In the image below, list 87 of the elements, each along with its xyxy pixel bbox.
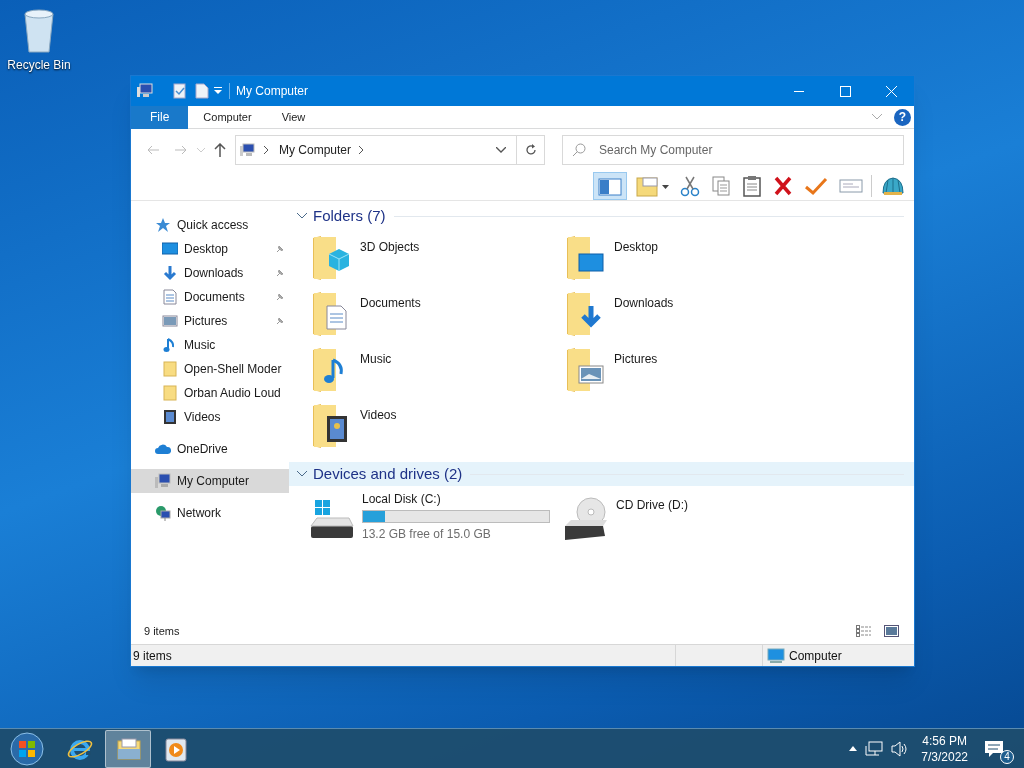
refresh-icon — [524, 144, 537, 156]
new-file-icon — [195, 83, 209, 99]
section-header[interactable]: Folders (7) — [289, 204, 914, 228]
nav-item[interactable]: OneDrive — [131, 437, 289, 461]
message-icon — [984, 739, 1004, 758]
view-icon — [635, 174, 669, 197]
help-button[interactable]: ? — [894, 108, 911, 126]
computer-icon — [767, 647, 785, 664]
star-icon — [155, 217, 171, 233]
large-icons-button[interactable] — [884, 624, 900, 638]
collapse-caret-icon — [297, 471, 307, 477]
taskbar-app-button[interactable] — [105, 729, 151, 768]
nav-item[interactable]: Music — [131, 333, 289, 357]
document-icon — [162, 289, 178, 305]
breadcrumb-chevron-icon — [264, 146, 269, 154]
scissors-icon — [680, 174, 700, 197]
nav-item[interactable]: Network — [131, 501, 289, 525]
start-button[interactable] — [7, 729, 47, 768]
cd-tile[interactable]: CD Drive (D:) — [563, 490, 817, 546]
ribbon-tab[interactable]: View — [266, 105, 321, 129]
nav-item[interactable]: Quick access — [131, 213, 289, 237]
recent-caret-icon — [197, 147, 205, 153]
notification-count-badge: 4 — [1000, 749, 1014, 764]
windows-logo-icon — [10, 731, 44, 766]
nav-item[interactable]: My Computer — [131, 469, 289, 493]
folder-tile[interactable]: Downloads — [563, 288, 817, 344]
show-hidden-icons-icon — [849, 746, 858, 751]
forward-arrow-icon — [175, 144, 187, 156]
folder-icon — [162, 361, 178, 377]
details-view-button[interactable] — [856, 624, 874, 638]
item-count: 9 items — [144, 623, 181, 639]
network-icon — [865, 740, 884, 757]
breadcrumb-chevron-icon — [359, 146, 365, 154]
nav-item[interactable]: Videos — [131, 405, 289, 429]
nav-item[interactable]: Pictures — [131, 309, 289, 333]
status-text: 9 items — [131, 645, 676, 666]
clipboard-icon — [742, 174, 762, 197]
nav-item[interactable]: Orban Audio Loud — [131, 381, 289, 405]
breadcrumb-item[interactable]: My Computer — [279, 141, 352, 159]
status-location: Computer — [789, 647, 842, 665]
desktop-icon — [162, 241, 178, 257]
navigation-pane-button[interactable] — [593, 171, 627, 200]
window-title: My Computer — [236, 83, 310, 100]
back-arrow-icon — [147, 144, 159, 156]
video-icon — [162, 409, 178, 425]
nav-item[interactable]: Documents — [131, 285, 289, 309]
folder-tile[interactable]: Desktop — [563, 232, 817, 288]
close-icon — [885, 85, 897, 97]
nav-item[interactable]: Downloads — [131, 261, 289, 285]
folder-tile[interactable]: 3D Objects — [309, 232, 563, 288]
ribbon-tab[interactable]: Computer — [188, 105, 267, 129]
picture-icon — [162, 313, 178, 329]
maximize-icon — [839, 85, 851, 97]
section-header[interactable]: Devices and drives (2) — [289, 462, 914, 486]
cd-drive-icon — [563, 496, 609, 542]
disk-tile[interactable]: Local Disk (C:) 13.2 GB free of 15.0 GB — [309, 490, 563, 546]
details-icon — [856, 625, 872, 637]
recycle-bin-icon — [21, 6, 57, 54]
network-icon — [155, 505, 171, 521]
shell-icon — [880, 174, 906, 197]
collapse-caret-icon — [297, 213, 307, 219]
properties-icon — [173, 83, 187, 99]
nav-item[interactable]: Desktop — [131, 237, 289, 261]
folder-icon — [162, 385, 178, 401]
clock-date[interactable]: 7/3/2022 — [921, 748, 968, 765]
copy-icon — [711, 174, 731, 197]
volume-icon — [891, 740, 910, 757]
folder-tile[interactable]: Videos — [309, 400, 563, 456]
delete-icon — [773, 174, 793, 197]
nav-item[interactable]: Open-Shell Moder — [131, 357, 289, 381]
folder-tile[interactable]: Documents — [309, 288, 563, 344]
up-arrow-icon — [214, 143, 226, 157]
address-bar[interactable]: My Computer — [235, 135, 545, 165]
expand-ribbon-icon — [872, 114, 882, 120]
download-icon — [162, 265, 178, 281]
search-icon — [572, 143, 586, 157]
clock-time[interactable]: 4:56 PM — [922, 732, 967, 749]
computer-icon — [240, 143, 256, 157]
large-icons-icon — [884, 625, 899, 637]
desktop-icon-label[interactable]: Recycle Bin — [7, 56, 71, 74]
customize-caret-icon — [213, 86, 223, 96]
computer-icon — [137, 83, 155, 99]
search-field[interactable]: Search My Computer — [562, 135, 904, 165]
folder-tile[interactable]: Pictures — [563, 344, 817, 400]
folder-tile[interactable]: Music — [309, 344, 563, 400]
computer-icon — [155, 473, 171, 489]
dropdown-caret-icon — [496, 147, 506, 153]
